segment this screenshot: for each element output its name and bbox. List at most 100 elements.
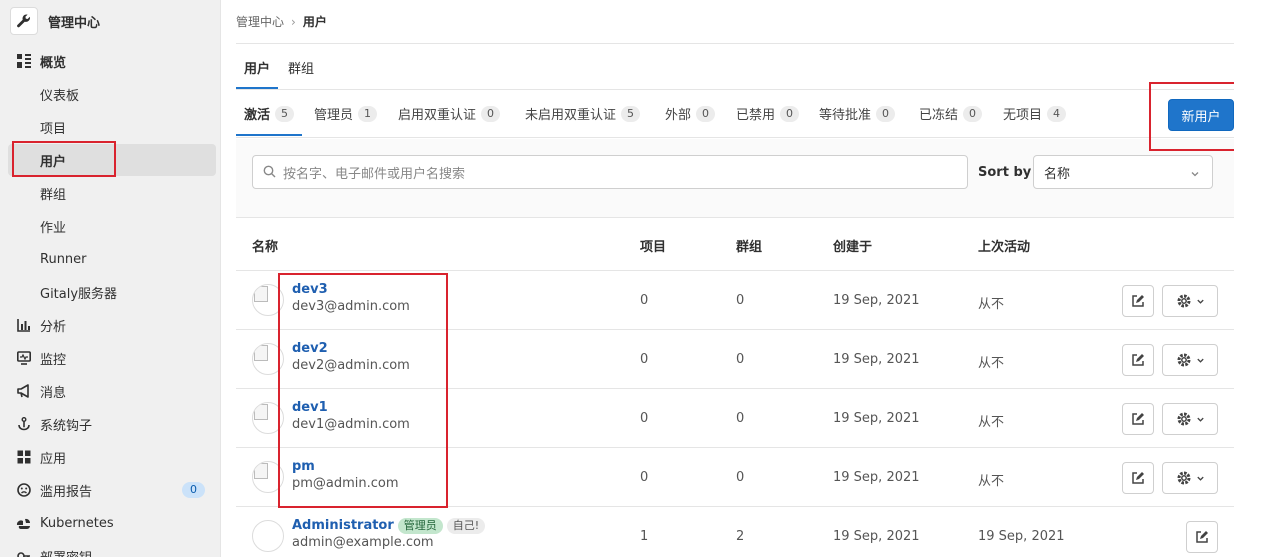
user-created: 19 Sep, 2021 [833, 352, 920, 367]
chart-icon [16, 317, 32, 333]
sidebar-item-runner[interactable]: Runner [0, 246, 221, 272]
sidebar-item-system-hooks[interactable]: 系统钩子 [0, 411, 221, 437]
filter-tab-deactivated[interactable]: 已冻结 0 [919, 104, 983, 123]
admin-badge: 管理员 [397, 518, 443, 534]
edit-icon [1196, 531, 1208, 543]
user-name-link[interactable]: dev2 [292, 341, 328, 356]
filter-tab-count: 1 [358, 105, 378, 122]
edit-button[interactable] [1122, 344, 1154, 376]
edit-button[interactable] [1122, 403, 1154, 435]
table-row: dev2 dev2@admin.com 0 0 19 Sep, 2021 从不 [236, 330, 1234, 389]
sidebar-item-gitaly[interactable]: Gitaly服务器 [0, 279, 221, 305]
edit-button[interactable] [1122, 285, 1154, 317]
gear-icon [1177, 353, 1190, 367]
filter-tab-pending-approval[interactable]: 等待批准 0 [819, 104, 896, 123]
user-projects: 0 [640, 470, 649, 485]
sidebar-item-label: 仪表板 [40, 88, 80, 104]
table-row: pm pm@admin.com 0 0 19 Sep, 2021 从不 [236, 448, 1234, 507]
edit-icon [1132, 413, 1144, 425]
sidebar-item-label: 用户 [40, 154, 67, 170]
user-name-link[interactable]: pm [292, 459, 315, 474]
user-email: pm@admin.com [292, 476, 399, 491]
filter-tab-external[interactable]: 外部 0 [665, 104, 716, 123]
user-last-activity: 19 Sep, 2021 [978, 529, 1065, 544]
chevron-down-icon [1196, 476, 1204, 481]
sidebar-item-label: Kubernetes [40, 515, 114, 531]
edit-icon [1132, 295, 1144, 307]
filter-tab-count: 4 [1047, 105, 1067, 122]
user-projects: 1 [640, 529, 649, 544]
sidebar-item-label: 项目 [40, 121, 67, 137]
filter-tab-without-projects[interactable]: 无项目 4 [1003, 104, 1067, 123]
sidebar-item-label: Gitaly服务器 [40, 286, 118, 302]
user-last-activity: 从不 [978, 297, 1005, 312]
filter-tab-count: 5 [621, 105, 641, 122]
filter-tab-label: 无项目 [1003, 108, 1043, 123]
sidebar-item-kubernetes[interactable]: Kubernetes [0, 510, 221, 536]
sidebar-item-projects[interactable]: 项目 [0, 114, 221, 140]
sidebar-item-deploy-keys[interactable]: 部署密钥 [0, 543, 221, 557]
user-created: 19 Sep, 2021 [833, 411, 920, 426]
filter-tab-blocked[interactable]: 已禁用 0 [736, 104, 800, 123]
sidebar-item-monitoring[interactable]: 监控 [0, 345, 221, 371]
sidebar-item-messages[interactable]: 消息 [0, 378, 221, 404]
sidebar-item-analytics[interactable]: 分析 [0, 312, 221, 338]
avatar [252, 284, 284, 316]
filter-tab-2fa-disabled[interactable]: 未启用双重认证 5 [525, 104, 641, 123]
filter-tab-count: 0 [963, 105, 983, 122]
user-name-link[interactable]: dev1 [292, 400, 328, 415]
sidebar-item-applications[interactable]: 应用 [0, 444, 221, 470]
avatar [252, 461, 284, 493]
hook-icon [16, 416, 32, 432]
edit-icon [1132, 354, 1144, 366]
wrench-icon [10, 7, 38, 35]
sidebar: 管理中心 概览 仪表板 项目 用户 群组 作业 Runner Gitaly服务器… [0, 0, 221, 557]
search-input[interactable]: 按名字、电子邮件或用户名搜索 [252, 155, 968, 189]
sidebar-header[interactable]: 管理中心 [0, 0, 220, 42]
user-groups: 0 [736, 352, 745, 367]
filter-tab-label: 已冻结 [919, 108, 959, 123]
sidebar-item-label: 滥用报告 [40, 484, 93, 500]
user-groups: 0 [736, 411, 745, 426]
sidebar-item-label: Runner [40, 251, 87, 267]
table-row: Administrator 管理员 自己! admin@example.com 1 … [236, 507, 1234, 557]
filter-tab-label: 未启用双重认证 [525, 108, 617, 123]
filter-tab-label: 激活 [244, 108, 271, 123]
tab-groups[interactable]: 群组 [288, 58, 314, 77]
sidebar-item-jobs[interactable]: 作业 [0, 213, 221, 239]
sidebar-item-overview[interactable]: 概览 [0, 48, 221, 74]
filter-tab-admins[interactable]: 管理员 1 [314, 104, 378, 123]
user-groups: 0 [736, 470, 745, 485]
breadcrumb-current: 用户 [302, 15, 327, 29]
sort-select[interactable]: 名称 [1033, 155, 1213, 189]
filter-tab-active[interactable]: 激活 5 [235, 104, 303, 136]
filter-tab-label: 启用双重认证 [398, 108, 477, 123]
user-actions-dropdown[interactable] [1162, 344, 1218, 376]
tab-users[interactable]: 用户 [235, 58, 279, 89]
sidebar-item-dashboard[interactable]: 仪表板 [0, 81, 221, 107]
page-margin [1234, 0, 1267, 557]
filter-tab-label: 管理员 [314, 108, 354, 123]
edit-button[interactable] [1186, 521, 1218, 553]
sidebar-title: 管理中心 [48, 15, 101, 31]
user-name-link[interactable]: Administrator 管理员 自己! [292, 518, 486, 534]
sidebar-item-users[interactable]: 用户 [8, 144, 216, 176]
new-user-button[interactable]: 新用户 [1168, 99, 1234, 131]
filter-tab-2fa-enabled[interactable]: 启用双重认证 0 [398, 104, 501, 123]
sidebar-item-groups[interactable]: 群组 [0, 180, 221, 206]
chevron-down-icon [1196, 417, 1204, 422]
edit-button[interactable] [1122, 462, 1154, 494]
user-actions-dropdown[interactable] [1162, 285, 1218, 317]
user-actions-dropdown[interactable] [1162, 462, 1218, 494]
edit-icon [1132, 472, 1144, 484]
user-created: 19 Sep, 2021 [833, 529, 920, 544]
breadcrumb-parent[interactable]: 管理中心 [236, 13, 284, 30]
user-groups: 2 [736, 529, 745, 544]
user-projects: 0 [640, 411, 649, 426]
search-placeholder: 按名字、电子邮件或用户名搜索 [283, 166, 466, 182]
user-actions-dropdown[interactable] [1162, 403, 1218, 435]
filter-tab-count: 5 [275, 105, 295, 122]
sidebar-item-abuse-reports[interactable]: 滥用报告 0 [0, 477, 221, 503]
kubernetes-icon [16, 515, 32, 531]
user-name-link[interactable]: dev3 [292, 282, 328, 297]
